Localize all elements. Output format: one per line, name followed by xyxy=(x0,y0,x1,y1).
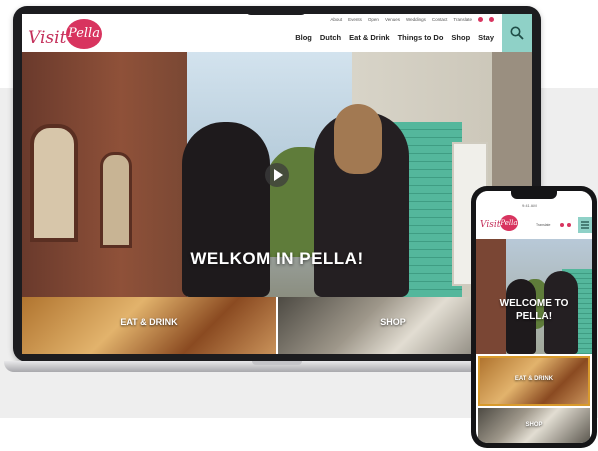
menu-lines xyxy=(581,221,589,229)
phone-site-logo[interactable]: Visit Pella xyxy=(480,215,520,233)
hero-person-hair xyxy=(334,104,382,174)
phone-tile-label: SHOP xyxy=(525,422,543,428)
utility-link-translate[interactable]: Translate xyxy=(453,17,472,22)
hero-title: WELKOM IN PELLA! xyxy=(190,249,364,268)
phone-status-time: 9:41 AM xyxy=(522,203,537,208)
laptop-base xyxy=(4,361,550,372)
phone-hero-title-line2: PELLA! xyxy=(515,311,553,322)
utility-link-about[interactable]: About xyxy=(330,17,342,22)
search-icon xyxy=(510,26,524,40)
search-button[interactable] xyxy=(502,14,532,52)
nav-item-blog[interactable]: Blog xyxy=(295,33,312,42)
hero-person xyxy=(182,122,270,297)
nav-item-shop[interactable]: Shop xyxy=(451,33,470,42)
laptop-screen: Visit Pella About Events Open Venues Wed… xyxy=(22,14,532,354)
facebook-icon[interactable] xyxy=(478,17,483,22)
laptop-mockup: Visit Pella About Events Open Venues Wed… xyxy=(4,6,550,372)
nav-item-dutch[interactable]: Dutch xyxy=(320,33,341,42)
phone-hero-title-line1: WELCOME TO xyxy=(499,298,569,309)
site-logo[interactable]: Visit Pella xyxy=(28,19,106,49)
phone-hero-title: WELCOME TO PELLA! xyxy=(476,297,592,323)
hero-video: WELKOM IN PELLA! xyxy=(22,52,532,297)
utility-nav: About Events Open Venues Weddings Contac… xyxy=(330,17,494,22)
phone-tile-shop[interactable]: SHOP xyxy=(478,408,590,443)
pinterest-icon[interactable] xyxy=(489,17,494,22)
phone-translate-link[interactable]: Translate xyxy=(536,223,550,227)
phone-social-links xyxy=(560,223,571,227)
site-header: Visit Pella About Events Open Venues Wed… xyxy=(22,14,532,52)
utility-link-contact[interactable]: Contact xyxy=(432,17,448,22)
nav-item-stay[interactable]: Stay xyxy=(478,33,494,42)
logo-badge: Pella xyxy=(66,19,102,49)
utility-link-events[interactable]: Events xyxy=(348,17,362,22)
tile-eat-drink[interactable]: EAT & DRINK xyxy=(22,297,276,354)
laptop-base-notch xyxy=(252,361,302,365)
utility-link-venues[interactable]: Venues xyxy=(385,17,400,22)
logo-text: Visit xyxy=(28,28,67,48)
utility-link-weddings[interactable]: Weddings xyxy=(406,17,426,22)
phone-logo-text: Visit xyxy=(480,220,501,230)
tile-label: EAT & DRINK xyxy=(120,317,178,327)
phone-mockup: 9:41 AM Visit Pella Translate WELCOME TO… xyxy=(471,186,597,448)
phone-hero: WELCOME TO PELLA! xyxy=(476,239,592,354)
phone-screen: 9:41 AM Visit Pella Translate WELCOME TO… xyxy=(476,191,592,443)
play-icon[interactable] xyxy=(265,163,289,187)
hamburger-menu-icon[interactable] xyxy=(578,217,592,233)
phone-tile-label: EAT & DRINK xyxy=(514,376,554,382)
phone-tile-eat-drink[interactable]: EAT & DRINK xyxy=(478,356,590,406)
facebook-icon[interactable] xyxy=(560,223,564,227)
hero-arch-painting xyxy=(30,124,78,242)
hero-arch-painting xyxy=(100,152,132,248)
laptop-camera-notch xyxy=(245,6,307,15)
nav-item-things-to-do[interactable]: Things to Do xyxy=(398,33,444,42)
nav-item-eat-drink[interactable]: Eat & Drink xyxy=(349,33,389,42)
main-nav: Blog Dutch Eat & Drink Things to Do Shop… xyxy=(295,33,494,42)
phone-notch xyxy=(511,191,557,199)
pinterest-icon[interactable] xyxy=(567,223,571,227)
phone-logo-badge: Pella xyxy=(500,215,518,231)
utility-link-open[interactable]: Open xyxy=(368,17,379,22)
